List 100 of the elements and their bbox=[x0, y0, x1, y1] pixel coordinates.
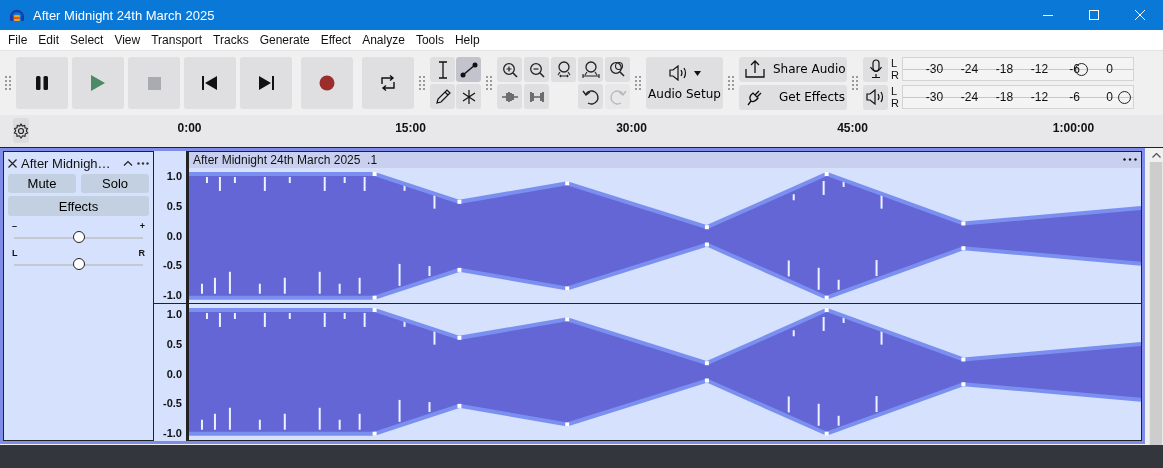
get-effects-button[interactable]: Get Effects bbox=[739, 84, 847, 110]
timeline-label: 15:00 bbox=[395, 121, 426, 135]
envelope-icon bbox=[459, 61, 478, 78]
trim-audio-icon bbox=[501, 90, 518, 103]
zoom-in-button[interactable] bbox=[497, 57, 522, 82]
menu-item[interactable]: View bbox=[108, 33, 146, 47]
collapse-icon bbox=[123, 160, 133, 166]
mute-button[interactable]: Mute bbox=[8, 174, 76, 193]
menu-item[interactable]: Generate bbox=[253, 33, 315, 47]
speaker-icon bbox=[668, 65, 689, 81]
loop-button[interactable] bbox=[362, 57, 414, 109]
amplitude-label: -0.5 bbox=[163, 397, 182, 410]
menu-item[interactable]: Tools bbox=[409, 33, 449, 47]
toolbar-grip-icon[interactable] bbox=[419, 76, 425, 90]
maximize-icon bbox=[1089, 10, 1099, 20]
menu-item[interactable]: Help bbox=[448, 33, 485, 47]
text-cursor-icon bbox=[436, 60, 449, 79]
meter-tick-label: -30 bbox=[924, 62, 945, 76]
meter-tick-label: -18 bbox=[994, 62, 1015, 76]
record-button[interactable] bbox=[301, 57, 353, 109]
amplitude-label: 1.0 bbox=[166, 308, 182, 320]
menu-item[interactable]: Select bbox=[64, 33, 109, 47]
skip-end-button[interactable] bbox=[240, 57, 292, 109]
zoom-in-icon bbox=[501, 61, 518, 78]
timeline-label: 30:00 bbox=[616, 121, 647, 135]
multi-tool-button[interactable] bbox=[456, 84, 481, 109]
meter-tick-label: -24 bbox=[959, 90, 980, 104]
close-icon bbox=[8, 158, 17, 168]
timeline-label: 45:00 bbox=[837, 121, 868, 135]
settings-icon bbox=[13, 122, 29, 139]
menu-item[interactable]: Effect bbox=[314, 33, 357, 47]
amplitude-label: -0.5 bbox=[163, 259, 182, 272]
asterisk-icon bbox=[460, 88, 477, 105]
share-audio-button[interactable]: Share Audio bbox=[739, 56, 847, 82]
skip-start-button[interactable] bbox=[184, 57, 236, 109]
undo-icon bbox=[581, 87, 600, 106]
amplitude-label: -1.0 bbox=[163, 427, 182, 439]
toolbar-grip-icon[interactable] bbox=[852, 76, 858, 90]
channel-label: L bbox=[891, 57, 899, 69]
loop-icon bbox=[379, 74, 397, 92]
channel-label: R bbox=[891, 97, 899, 109]
amplitude-label: 0.0 bbox=[166, 367, 182, 380]
pause-button[interactable] bbox=[16, 57, 68, 109]
draw-tool-button[interactable] bbox=[430, 84, 455, 109]
meter-tick-label: -6 bbox=[1068, 62, 1081, 76]
menu-item[interactable]: Edit bbox=[32, 33, 65, 47]
playback-meter[interactable]: -30 -24 -18 -12 -6 0 bbox=[902, 85, 1134, 109]
amplitude-label: -1.0 bbox=[163, 289, 182, 301]
zoom-toggle-button[interactable] bbox=[605, 57, 630, 82]
solo-button[interactable]: Solo bbox=[81, 174, 149, 193]
menu-item[interactable]: Tracks bbox=[207, 33, 254, 47]
channel-label: R bbox=[891, 69, 899, 81]
more-icon bbox=[137, 161, 149, 165]
pause-icon bbox=[35, 75, 49, 91]
pan-left-label: L bbox=[12, 248, 18, 258]
meter-tick-label: 0 bbox=[1105, 90, 1114, 104]
audio-setup-button[interactable]: Audio Setup bbox=[646, 57, 723, 109]
gain-slider-thumb[interactable] bbox=[72, 231, 85, 243]
stop-icon bbox=[147, 76, 161, 90]
trim-button[interactable] bbox=[497, 84, 522, 109]
effects-button[interactable]: Effects bbox=[8, 196, 149, 216]
toolbar-grip-icon[interactable] bbox=[728, 76, 734, 90]
meter-tick-label: -6 bbox=[1068, 90, 1081, 104]
silence-button[interactable] bbox=[524, 84, 549, 109]
amplitude-label: 1.0 bbox=[166, 170, 182, 182]
fit-project-button[interactable] bbox=[578, 57, 603, 82]
pencil-icon bbox=[434, 88, 451, 105]
track-name[interactable]: After Midnigh… bbox=[21, 155, 119, 171]
window-title: After Midnight 24th March 2025 bbox=[33, 7, 216, 23]
meter-tick-label: 0 bbox=[1105, 62, 1114, 76]
playback-meter-button[interactable] bbox=[863, 84, 888, 110]
select-tool-button[interactable] bbox=[430, 57, 455, 82]
zoom-out-button[interactable] bbox=[524, 57, 549, 82]
toolbar-grip-icon[interactable] bbox=[635, 76, 641, 90]
menu-item[interactable]: File bbox=[2, 33, 33, 47]
skip-to-start-icon bbox=[202, 76, 218, 90]
scroll-up-icon bbox=[1151, 152, 1161, 158]
menu-item[interactable]: Analyze bbox=[356, 33, 410, 47]
toolbar-grip-icon[interactable] bbox=[486, 76, 492, 90]
play-icon bbox=[90, 74, 106, 92]
silence-audio-icon bbox=[528, 90, 545, 103]
meter-tick-label: -24 bbox=[959, 62, 980, 76]
pan-slider-thumb[interactable] bbox=[72, 258, 85, 270]
gain-max-label: + bbox=[139, 221, 145, 231]
undo-button[interactable] bbox=[578, 84, 603, 109]
clip-title[interactable]: After Midnight 24th March 2025 .1 bbox=[193, 152, 378, 167]
meter-tick-label: -12 bbox=[1029, 90, 1050, 104]
vertical-scrollbar[interactable] bbox=[1149, 148, 1163, 445]
record-meter[interactable]: -30 -24 -18 -12 -6 0 bbox=[902, 57, 1134, 81]
envelope-tool-button[interactable] bbox=[456, 57, 481, 82]
toolbar-grip-icon[interactable] bbox=[5, 76, 11, 90]
settings-button[interactable] bbox=[13, 118, 29, 143]
skip-to-end-icon bbox=[258, 76, 274, 90]
meter-tick-label: -30 bbox=[924, 90, 945, 104]
record-meter-button[interactable] bbox=[863, 56, 888, 82]
fit-selection-button[interactable] bbox=[551, 57, 576, 82]
menu-item[interactable]: Transport bbox=[145, 33, 208, 47]
clip-menu-icon bbox=[1123, 158, 1137, 162]
meter-tick-label: -18 bbox=[994, 90, 1015, 104]
caret-icon bbox=[693, 70, 701, 76]
